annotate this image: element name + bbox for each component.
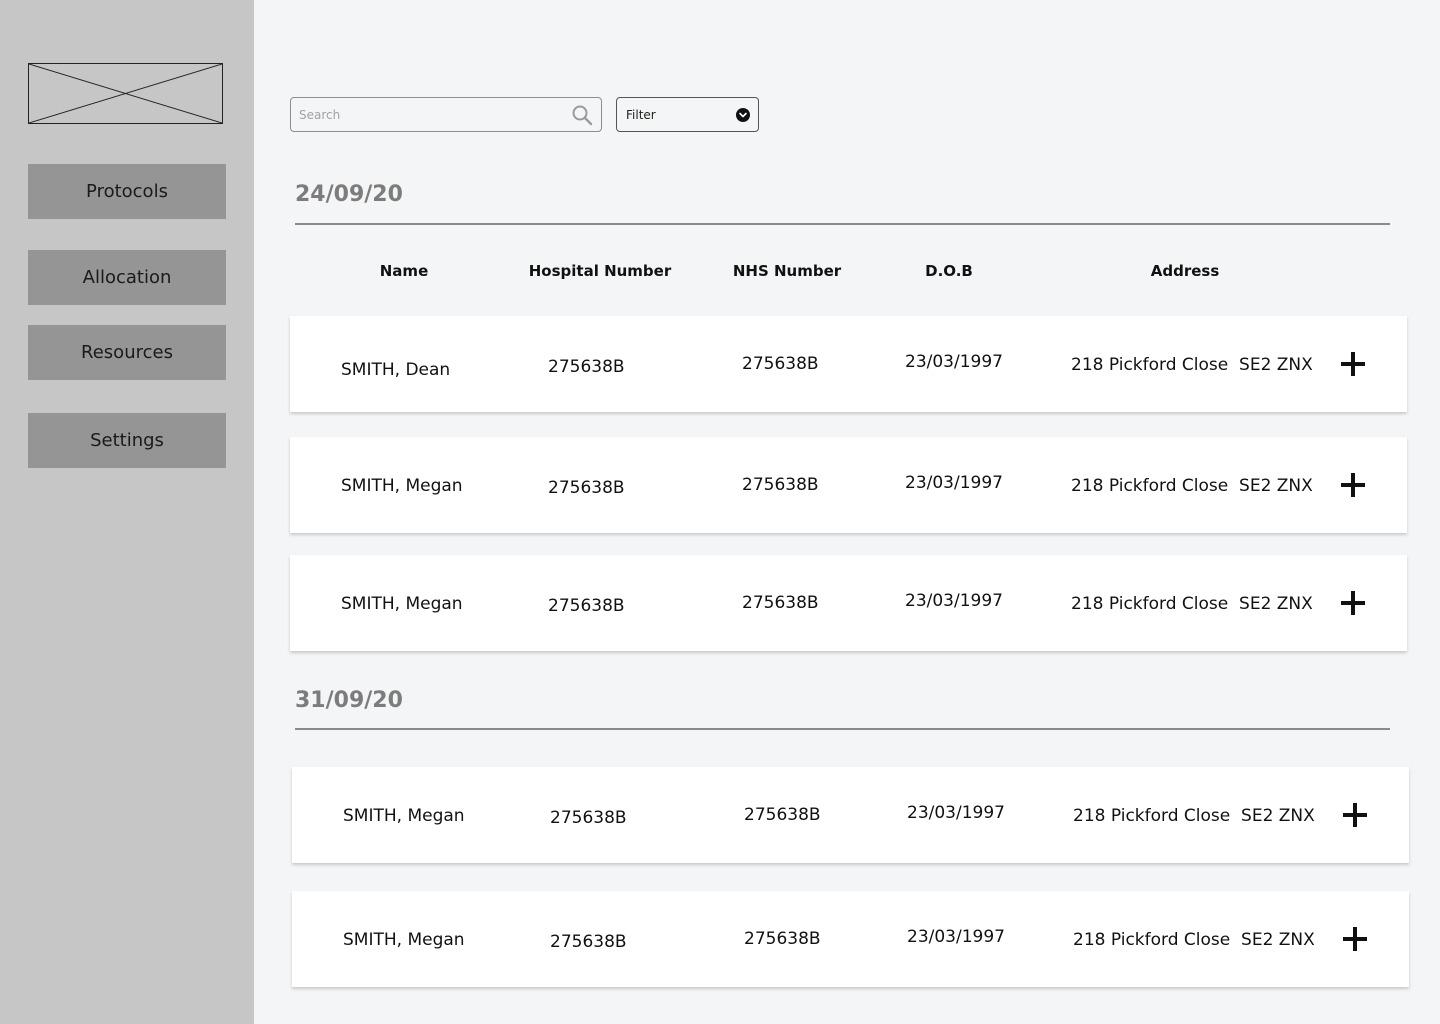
- patient-name: SMITH, Dean: [341, 360, 451, 380]
- patient-name: SMITH, Megan: [343, 806, 465, 826]
- sidebar-item-protocols[interactable]: Protocols: [28, 164, 226, 219]
- filter-dropdown[interactable]: Filter: [616, 97, 759, 132]
- date-of-birth: 23/03/1997: [905, 473, 1003, 493]
- nhs-number: 275638B: [744, 805, 821, 825]
- main-content: Filter 24/09/20 Name Hospital Number NHS…: [254, 0, 1440, 1024]
- plus-icon[interactable]: [1341, 591, 1365, 615]
- address: 218 Pickford Close SE2 ZNX: [1071, 594, 1313, 614]
- nhs-number: 275638B: [744, 929, 821, 949]
- patient-name: SMITH, Megan: [343, 930, 465, 950]
- hospital-number: 275638B: [548, 596, 625, 616]
- column-header-name: Name: [379, 262, 429, 280]
- address: 218 Pickford Close SE2 ZNX: [1073, 930, 1315, 950]
- address: 218 Pickford Close SE2 ZNX: [1073, 806, 1315, 826]
- logo-placeholder-icon: [28, 63, 223, 124]
- sidebar-item-resources[interactable]: Resources: [28, 325, 226, 380]
- sidebar: Protocols Allocation Resources Settings: [0, 0, 254, 1024]
- date-of-birth: 23/03/1997: [905, 591, 1003, 611]
- patient-row[interactable]: SMITH, Megan 275638B 275638B 23/03/1997 …: [292, 767, 1409, 863]
- search-box: [290, 97, 602, 132]
- column-header-address: Address: [1150, 262, 1220, 280]
- nhs-number: 275638B: [742, 475, 819, 495]
- patient-name: SMITH, Megan: [341, 594, 463, 614]
- column-header-hospital-number: Hospital Number: [528, 262, 672, 280]
- sidebar-item-label: Resources: [81, 342, 173, 363]
- sidebar-item-label: Allocation: [82, 267, 172, 288]
- section-date: 24/09/20: [295, 182, 403, 207]
- search-icon[interactable]: [571, 104, 593, 126]
- sidebar-item-settings[interactable]: Settings: [28, 413, 226, 468]
- column-header-nhs-number: NHS Number: [732, 262, 842, 280]
- sidebar-item-label: Settings: [90, 430, 164, 451]
- hospital-number: 275638B: [550, 932, 627, 952]
- section-date: 31/09/20: [295, 688, 403, 713]
- nhs-number: 275638B: [742, 593, 819, 613]
- date-of-birth: 23/03/1997: [905, 352, 1003, 372]
- address: 218 Pickford Close SE2 ZNX: [1071, 355, 1313, 375]
- column-header-dob: D.O.B: [925, 262, 973, 280]
- patient-name: SMITH, Megan: [341, 476, 463, 496]
- filter-label: Filter: [626, 108, 656, 122]
- plus-icon[interactable]: [1341, 352, 1365, 376]
- address: 218 Pickford Close SE2 ZNX: [1071, 476, 1313, 496]
- date-of-birth: 23/03/1997: [907, 927, 1005, 947]
- hospital-number: 275638B: [548, 357, 625, 377]
- chevron-down-icon: [736, 108, 750, 122]
- section-divider: [295, 223, 1390, 225]
- section-divider: [295, 728, 1390, 730]
- sidebar-item-allocation[interactable]: Allocation: [28, 250, 226, 305]
- hospital-number: 275638B: [550, 808, 627, 828]
- patient-row[interactable]: SMITH, Megan 275638B 275638B 23/03/1997 …: [292, 891, 1409, 987]
- date-of-birth: 23/03/1997: [907, 803, 1005, 823]
- plus-icon[interactable]: [1341, 473, 1365, 497]
- patient-row[interactable]: SMITH, Dean 275638B 275638B 23/03/1997 2…: [290, 316, 1407, 412]
- patient-row[interactable]: SMITH, Megan 275638B 275638B 23/03/1997 …: [290, 555, 1407, 651]
- search-input[interactable]: [291, 98, 569, 131]
- nhs-number: 275638B: [742, 354, 819, 374]
- plus-icon[interactable]: [1343, 927, 1367, 951]
- plus-icon[interactable]: [1343, 803, 1367, 827]
- sidebar-item-label: Protocols: [86, 181, 168, 202]
- patient-row[interactable]: SMITH, Megan 275638B 275638B 23/03/1997 …: [290, 437, 1407, 533]
- hospital-number: 275638B: [548, 478, 625, 498]
